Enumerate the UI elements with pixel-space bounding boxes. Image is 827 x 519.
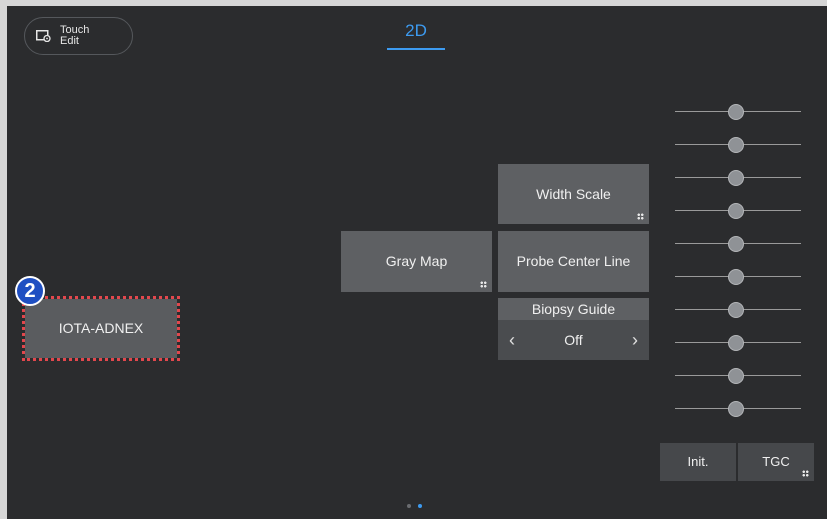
iota-adnex-label: IOTA-ADNEX bbox=[58, 320, 144, 336]
biopsy-guide-control: Biopsy Guide Off ‹ › bbox=[498, 298, 649, 360]
slider-knob[interactable] bbox=[728, 104, 744, 120]
tgc-slider[interactable] bbox=[675, 234, 801, 254]
gray-map-button[interactable]: Gray Map bbox=[341, 231, 492, 292]
callout-badge: 2 bbox=[15, 276, 45, 306]
page-indicator bbox=[407, 504, 427, 510]
grip-icon bbox=[802, 470, 809, 477]
init-button[interactable]: Init. bbox=[660, 443, 736, 481]
tgc-slider[interactable] bbox=[675, 267, 801, 287]
page-dot[interactable] bbox=[407, 504, 411, 508]
slider-knob[interactable] bbox=[728, 170, 744, 186]
gray-map-label: Gray Map bbox=[385, 253, 448, 269]
tgc-slider[interactable] bbox=[675, 333, 801, 353]
probe-center-line-button[interactable]: Probe Center Line bbox=[498, 231, 649, 292]
touch-edit-icon bbox=[36, 30, 51, 42]
slider-knob[interactable] bbox=[728, 269, 744, 285]
tgc-slider[interactable] bbox=[675, 201, 801, 221]
slider-knob[interactable] bbox=[728, 302, 744, 318]
touch-edit-label: Touch Edit bbox=[60, 24, 90, 47]
chevron-right-icon[interactable]: › bbox=[623, 320, 647, 360]
iota-adnex-button[interactable]: IOTA-ADNEX bbox=[25, 299, 177, 358]
page-dot-active[interactable] bbox=[418, 504, 422, 508]
touch-panel-screen: Touch Edit 2D Width Scale Gray Map Probe… bbox=[7, 6, 827, 519]
slider-knob[interactable] bbox=[728, 368, 744, 384]
chevron-left-icon[interactable]: ‹ bbox=[500, 320, 524, 360]
tgc-button[interactable]: TGC bbox=[738, 443, 814, 481]
touch-edit-button[interactable]: Touch Edit bbox=[24, 17, 133, 55]
width-scale-button[interactable]: Width Scale bbox=[498, 164, 649, 224]
tgc-slider[interactable] bbox=[675, 300, 801, 320]
grip-icon bbox=[637, 213, 644, 220]
tgc-slider[interactable] bbox=[675, 102, 801, 122]
slider-knob[interactable] bbox=[728, 335, 744, 351]
tab-2d[interactable]: 2D bbox=[387, 16, 445, 50]
tgc-slider[interactable] bbox=[675, 135, 801, 155]
slider-knob[interactable] bbox=[728, 203, 744, 219]
slider-knob[interactable] bbox=[728, 236, 744, 252]
tgc-slider[interactable] bbox=[675, 399, 801, 419]
slider-knob[interactable] bbox=[728, 401, 744, 417]
probe-center-line-label: Probe Center Line bbox=[516, 253, 631, 269]
biopsy-guide-label: Biopsy Guide bbox=[498, 298, 649, 320]
init-label: Init. bbox=[687, 454, 709, 469]
grip-icon bbox=[480, 281, 487, 288]
width-scale-label: Width Scale bbox=[536, 186, 611, 202]
tgc-slider[interactable] bbox=[675, 168, 801, 188]
slider-knob[interactable] bbox=[728, 137, 744, 153]
tgc-slider[interactable] bbox=[675, 366, 801, 386]
